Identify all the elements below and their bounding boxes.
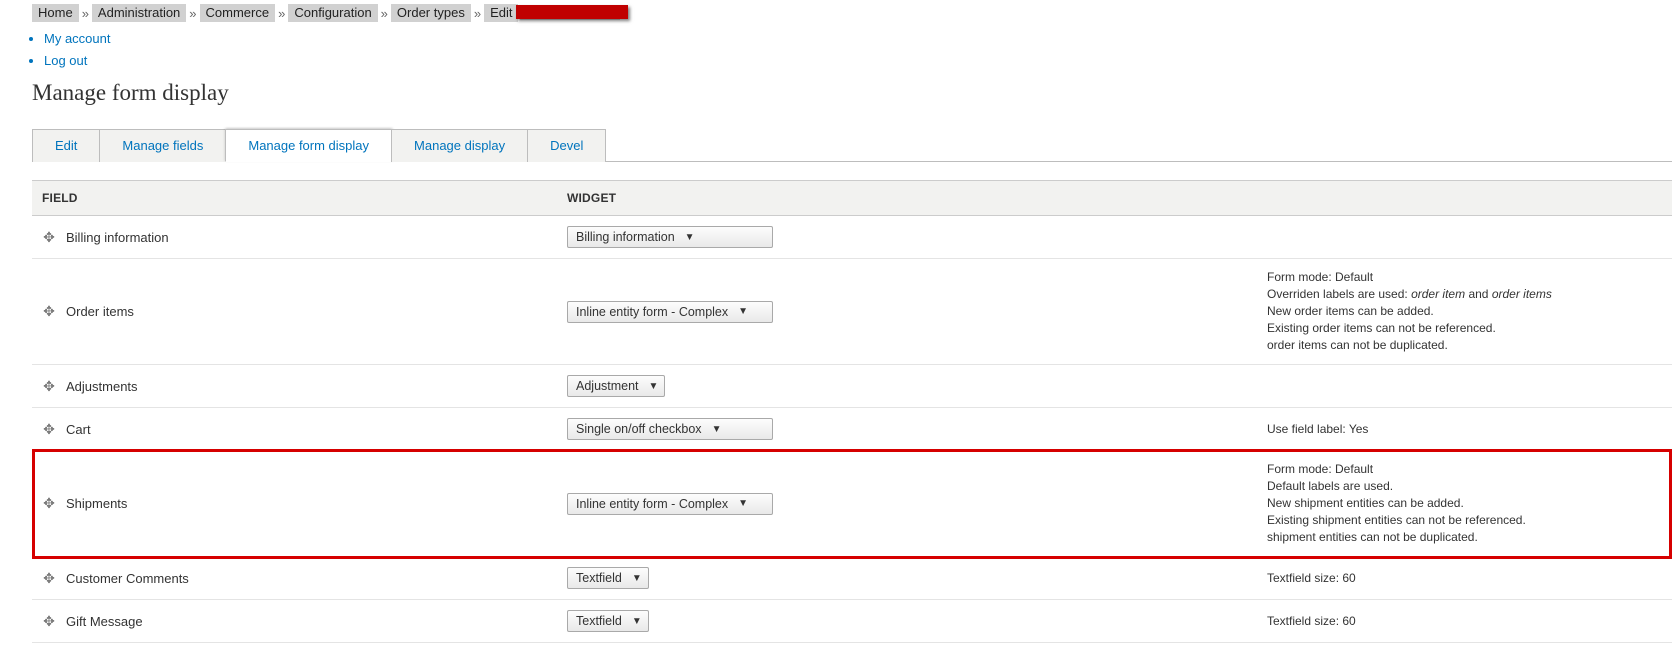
field-label: Order items [66, 304, 134, 319]
log-out-link[interactable]: Log out [44, 53, 87, 68]
breadcrumb-sep: » [381, 6, 388, 21]
table-header-field: FIELD [32, 181, 557, 216]
chevron-down-icon: ▼ [632, 616, 642, 627]
tab-devel[interactable]: Devel [527, 129, 606, 162]
chevron-down-icon: ▼ [632, 573, 642, 584]
widget-select-label: Adjustment [576, 379, 639, 393]
breadcrumb-item-administration[interactable]: Administration [92, 4, 186, 22]
widget-summary: Form mode: DefaultDefault labels are use… [1267, 461, 1662, 546]
table-row: ✥ Customer Comments Textfield ▼ Textfield si… [32, 557, 1672, 600]
widget-select-label: Textfield [576, 614, 622, 628]
widget-select[interactable]: Inline entity form - Complex ▼ [567, 493, 773, 515]
widget-select-label: Billing information [576, 230, 675, 244]
breadcrumb-item-order-types[interactable]: Order types [391, 4, 471, 22]
widget-summary: Textfield size: 60 [1267, 613, 1662, 630]
breadcrumb-item-home[interactable]: Home [32, 4, 79, 22]
move-handle-icon[interactable]: ✥ [42, 421, 56, 438]
widget-summary: Use field label: Yes [1267, 421, 1662, 438]
breadcrumb-sep: » [474, 6, 481, 21]
widget-select-label: Inline entity form - Complex [576, 497, 728, 511]
breadcrumb-redacted [520, 6, 620, 20]
widget-select[interactable]: Textfield ▼ [567, 610, 649, 632]
widget-select[interactable]: Adjustment ▼ [567, 375, 665, 397]
breadcrumb-sep: » [189, 6, 196, 21]
field-label: Customer Comments [66, 571, 189, 586]
field-label: Adjustments [66, 379, 138, 394]
widget-summary: Textfield size: 60 [1267, 570, 1662, 587]
widget-select[interactable]: Single on/off checkbox ▼ [567, 418, 773, 440]
field-label: Gift Message [66, 614, 143, 629]
page-title: Manage form display [32, 80, 1672, 106]
chevron-down-icon: ▼ [712, 424, 722, 435]
my-account-link[interactable]: My account [44, 31, 110, 46]
table-row: ✥ Shipments Inline entity form - Complex ▼ F… [32, 451, 1672, 557]
table-row: ✥ Cart Single on/off checkbox ▼ Use field la… [32, 408, 1672, 451]
breadcrumb-item-configuration[interactable]: Configuration [288, 4, 377, 22]
tab-manage-display[interactable]: Manage display [391, 129, 528, 162]
move-handle-icon[interactable]: ✥ [42, 495, 56, 512]
field-label: Billing information [66, 230, 169, 245]
form-display-table: FIELD WIDGET ✥Billing informationBilling… [32, 180, 1672, 643]
breadcrumb-sep: » [278, 6, 285, 21]
breadcrumb-item-commerce[interactable]: Commerce [200, 4, 276, 22]
table-row: ✥ Billing information Billing information ▼ [32, 216, 1672, 259]
breadcrumb: Home » Administration » Commerce » Confi… [32, 4, 1672, 22]
widget-select[interactable]: Textfield ▼ [567, 567, 649, 589]
move-handle-icon[interactable]: ✥ [42, 229, 56, 246]
tab-manage-fields[interactable]: Manage fields [99, 129, 226, 162]
move-handle-icon[interactable]: ✥ [42, 570, 56, 587]
field-label: Shipments [66, 496, 127, 511]
widget-select[interactable]: Inline entity form - Complex ▼ [567, 301, 773, 323]
table-row: ✥ Gift Message Textfield ▼ Textfield size: 6… [32, 600, 1672, 643]
user-links: My account Log out [32, 30, 1672, 70]
table-row: ✥ Adjustments Adjustment ▼ [32, 365, 1672, 408]
move-handle-icon[interactable]: ✥ [42, 378, 56, 395]
tab-edit[interactable]: Edit [32, 129, 100, 162]
chevron-down-icon: ▼ [685, 232, 695, 243]
chevron-down-icon: ▼ [738, 498, 748, 509]
table-row: ✥ Order items Inline entity form - Complex… [32, 259, 1672, 365]
widget-select-label: Inline entity form - Complex [576, 305, 728, 319]
widget-select-label: Single on/off checkbox [576, 422, 702, 436]
tab-manage-form-display[interactable]: Manage form display [225, 129, 392, 162]
chevron-down-icon: ▼ [649, 381, 659, 392]
field-label: Cart [66, 422, 91, 437]
widget-summary: Form mode: DefaultOverriden labels are u… [1267, 269, 1662, 354]
move-handle-icon[interactable]: ✥ [42, 613, 56, 630]
tabs: Edit Manage fields Manage form display M… [32, 128, 1672, 162]
table-header-widget: WIDGET [557, 181, 1672, 216]
widget-select[interactable]: Billing information ▼ [567, 226, 773, 248]
breadcrumb-sep: » [82, 6, 89, 21]
widget-select-label: Textfield [576, 571, 622, 585]
move-handle-icon[interactable]: ✥ [42, 303, 56, 320]
breadcrumb-item-edit[interactable]: Edit [484, 4, 518, 22]
chevron-down-icon: ▼ [738, 306, 748, 317]
